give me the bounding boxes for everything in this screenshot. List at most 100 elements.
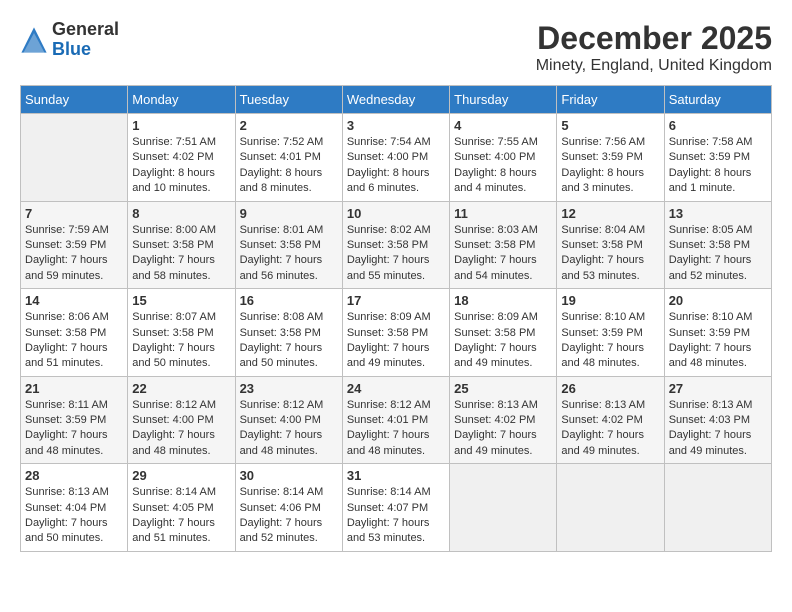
weekday-header: Thursday <box>450 86 557 114</box>
day-info: Sunrise: 8:14 AM Sunset: 4:05 PM Dayligh… <box>132 485 230 547</box>
calendar-cell: 8 Sunrise: 8:00 AM Sunset: 3:58 PM Daylig… <box>128 201 235 289</box>
calendar-cell: 13Sunrise: 8:05 AM Sunset: 3:58 PM Dayli… <box>664 201 771 289</box>
day-number: 11 <box>454 206 552 221</box>
day-info: Sunrise: 8:14 AM Sunset: 4:07 PM Dayligh… <box>347 485 445 547</box>
calendar-cell: 23 Sunrise: 8:12 AM Sunset: 4:00 PM Dayli… <box>235 376 342 464</box>
day-info: Sunrise: 8:09 AM Sunset: 3:58 PM Dayligh… <box>347 310 445 372</box>
day-number: 12 <box>561 206 659 221</box>
calendar-cell: 18 Sunrise: 8:09 AM Sunset: 3:58 PM Dayli… <box>450 289 557 377</box>
calendar-cell: 6 Sunrise: 7:58 AM Sunset: 3:59 PM Daylig… <box>664 114 771 202</box>
weekday-header: Wednesday <box>342 86 449 114</box>
calendar-cell <box>557 464 664 552</box>
day-number: 23 <box>240 381 338 396</box>
calendar-cell: 11 Sunrise: 8:03 AM Sunset: 3:58 PM Dayli… <box>450 201 557 289</box>
calendar-week-row: 21 Sunrise: 8:11 AM Sunset: 3:59 PM Dayli… <box>21 376 772 464</box>
calendar-cell: 26Sunrise: 8:13 AM Sunset: 4:02 PM Dayli… <box>557 376 664 464</box>
day-number: 29 <box>132 468 230 483</box>
day-number: 1 <box>132 118 230 133</box>
day-info: Sunrise: 7:52 AM Sunset: 4:01 PM Dayligh… <box>240 135 338 197</box>
calendar-cell: 21 Sunrise: 8:11 AM Sunset: 3:59 PM Dayli… <box>21 376 128 464</box>
calendar-cell: 14 Sunrise: 8:06 AM Sunset: 3:58 PM Dayli… <box>21 289 128 377</box>
day-number: 31 <box>347 468 445 483</box>
day-info: Sunrise: 7:51 AM Sunset: 4:02 PM Dayligh… <box>132 135 230 197</box>
day-number: 7 <box>25 206 123 221</box>
day-number: 14 <box>25 293 123 308</box>
day-number: 8 <box>132 206 230 221</box>
day-info: Sunrise: 8:10 AM Sunset: 3:59 PM Dayligh… <box>669 310 767 372</box>
calendar-cell: 10 Sunrise: 8:02 AM Sunset: 3:58 PM Dayli… <box>342 201 449 289</box>
weekday-header: Sunday <box>21 86 128 114</box>
calendar-week-row: 7 Sunrise: 7:59 AM Sunset: 3:59 PM Daylig… <box>21 201 772 289</box>
calendar-cell: 31 Sunrise: 8:14 AM Sunset: 4:07 PM Dayli… <box>342 464 449 552</box>
calendar-cell: 1 Sunrise: 7:51 AM Sunset: 4:02 PM Daylig… <box>128 114 235 202</box>
calendar-cell: 25Sunrise: 8:13 AM Sunset: 4:02 PM Dayli… <box>450 376 557 464</box>
calendar-cell: 20 Sunrise: 8:10 AM Sunset: 3:59 PM Dayli… <box>664 289 771 377</box>
logo-icon <box>20 26 48 54</box>
calendar-cell: 9 Sunrise: 8:01 AM Sunset: 3:58 PM Daylig… <box>235 201 342 289</box>
day-info: Sunrise: 8:11 AM Sunset: 3:59 PM Dayligh… <box>25 398 123 460</box>
day-info: Sunrise: 8:12 AM Sunset: 4:00 PM Dayligh… <box>240 398 338 460</box>
calendar-cell <box>664 464 771 552</box>
day-number: 27 <box>669 381 767 396</box>
day-info: Sunrise: 8:02 AM Sunset: 3:58 PM Dayligh… <box>347 223 445 285</box>
day-number: 22 <box>132 381 230 396</box>
calendar-cell: 15 Sunrise: 8:07 AM Sunset: 3:58 PM Dayli… <box>128 289 235 377</box>
calendar-cell: 3Sunrise: 7:54 AM Sunset: 4:00 PM Daylig… <box>342 114 449 202</box>
day-number: 24 <box>347 381 445 396</box>
calendar-cell: 27Sunrise: 8:13 AM Sunset: 4:03 PM Dayli… <box>664 376 771 464</box>
calendar-cell: 30 Sunrise: 8:14 AM Sunset: 4:06 PM Dayli… <box>235 464 342 552</box>
day-info: Sunrise: 8:03 AM Sunset: 3:58 PM Dayligh… <box>454 223 552 285</box>
day-number: 6 <box>669 118 767 133</box>
day-number: 28 <box>25 468 123 483</box>
calendar-cell: 4 Sunrise: 7:55 AM Sunset: 4:00 PM Daylig… <box>450 114 557 202</box>
day-info: Sunrise: 7:55 AM Sunset: 4:00 PM Dayligh… <box>454 135 552 197</box>
calendar-cell: 24 Sunrise: 8:12 AM Sunset: 4:01 PM Dayli… <box>342 376 449 464</box>
day-number: 10 <box>347 206 445 221</box>
day-info: Sunrise: 8:12 AM Sunset: 4:00 PM Dayligh… <box>132 398 230 460</box>
day-info: Sunrise: 8:01 AM Sunset: 3:58 PM Dayligh… <box>240 223 338 285</box>
calendar-week-row: 28 Sunrise: 8:13 AM Sunset: 4:04 PM Dayli… <box>21 464 772 552</box>
day-info: Sunrise: 8:12 AM Sunset: 4:01 PM Dayligh… <box>347 398 445 460</box>
month-title: December 2025 <box>536 20 772 57</box>
day-number: 15 <box>132 293 230 308</box>
day-info: Sunrise: 7:59 AM Sunset: 3:59 PM Dayligh… <box>25 223 123 285</box>
calendar-cell: 19Sunrise: 8:10 AM Sunset: 3:59 PM Dayli… <box>557 289 664 377</box>
logo: General Blue <box>20 20 119 60</box>
day-info: Sunrise: 8:04 AM Sunset: 3:58 PM Dayligh… <box>561 223 659 285</box>
day-info: Sunrise: 8:13 AM Sunset: 4:02 PM Dayligh… <box>561 398 659 460</box>
day-number: 21 <box>25 381 123 396</box>
day-number: 18 <box>454 293 552 308</box>
weekday-header: Saturday <box>664 86 771 114</box>
day-info: Sunrise: 8:09 AM Sunset: 3:58 PM Dayligh… <box>454 310 552 372</box>
calendar-cell: 12 Sunrise: 8:04 AM Sunset: 3:58 PM Dayli… <box>557 201 664 289</box>
day-number: 16 <box>240 293 338 308</box>
day-info: Sunrise: 8:10 AM Sunset: 3:59 PM Dayligh… <box>561 310 659 372</box>
day-info: Sunrise: 7:58 AM Sunset: 3:59 PM Dayligh… <box>669 135 767 197</box>
logo-text: General Blue <box>52 20 119 60</box>
day-info: Sunrise: 7:54 AM Sunset: 4:00 PM Dayligh… <box>347 135 445 197</box>
calendar-cell: 2Sunrise: 7:52 AM Sunset: 4:01 PM Daylig… <box>235 114 342 202</box>
calendar-week-row: 1 Sunrise: 7:51 AM Sunset: 4:02 PM Daylig… <box>21 114 772 202</box>
weekday-header: Friday <box>557 86 664 114</box>
calendar-header-row: SundayMondayTuesdayWednesdayThursdayFrid… <box>21 86 772 114</box>
day-info: Sunrise: 8:00 AM Sunset: 3:58 PM Dayligh… <box>132 223 230 285</box>
day-number: 4 <box>454 118 552 133</box>
calendar-cell: 16Sunrise: 8:08 AM Sunset: 3:58 PM Dayli… <box>235 289 342 377</box>
day-info: Sunrise: 8:13 AM Sunset: 4:02 PM Dayligh… <box>454 398 552 460</box>
day-info: Sunrise: 8:14 AM Sunset: 4:06 PM Dayligh… <box>240 485 338 547</box>
weekday-header: Tuesday <box>235 86 342 114</box>
calendar-table: SundayMondayTuesdayWednesdayThursdayFrid… <box>20 85 772 552</box>
day-number: 9 <box>240 206 338 221</box>
day-info: Sunrise: 8:13 AM Sunset: 4:04 PM Dayligh… <box>25 485 123 547</box>
day-info: Sunrise: 8:05 AM Sunset: 3:58 PM Dayligh… <box>669 223 767 285</box>
calendar-cell: 29 Sunrise: 8:14 AM Sunset: 4:05 PM Dayli… <box>128 464 235 552</box>
calendar-cell: 22 Sunrise: 8:12 AM Sunset: 4:00 PM Dayli… <box>128 376 235 464</box>
logo-blue: Blue <box>52 39 91 59</box>
location: Minety, England, United Kingdom <box>536 57 772 75</box>
day-number: 30 <box>240 468 338 483</box>
day-info: Sunrise: 8:06 AM Sunset: 3:58 PM Dayligh… <box>25 310 123 372</box>
calendar-cell: 5Sunrise: 7:56 AM Sunset: 3:59 PM Daylig… <box>557 114 664 202</box>
day-info: Sunrise: 8:07 AM Sunset: 3:58 PM Dayligh… <box>132 310 230 372</box>
day-number: 20 <box>669 293 767 308</box>
calendar-cell <box>21 114 128 202</box>
